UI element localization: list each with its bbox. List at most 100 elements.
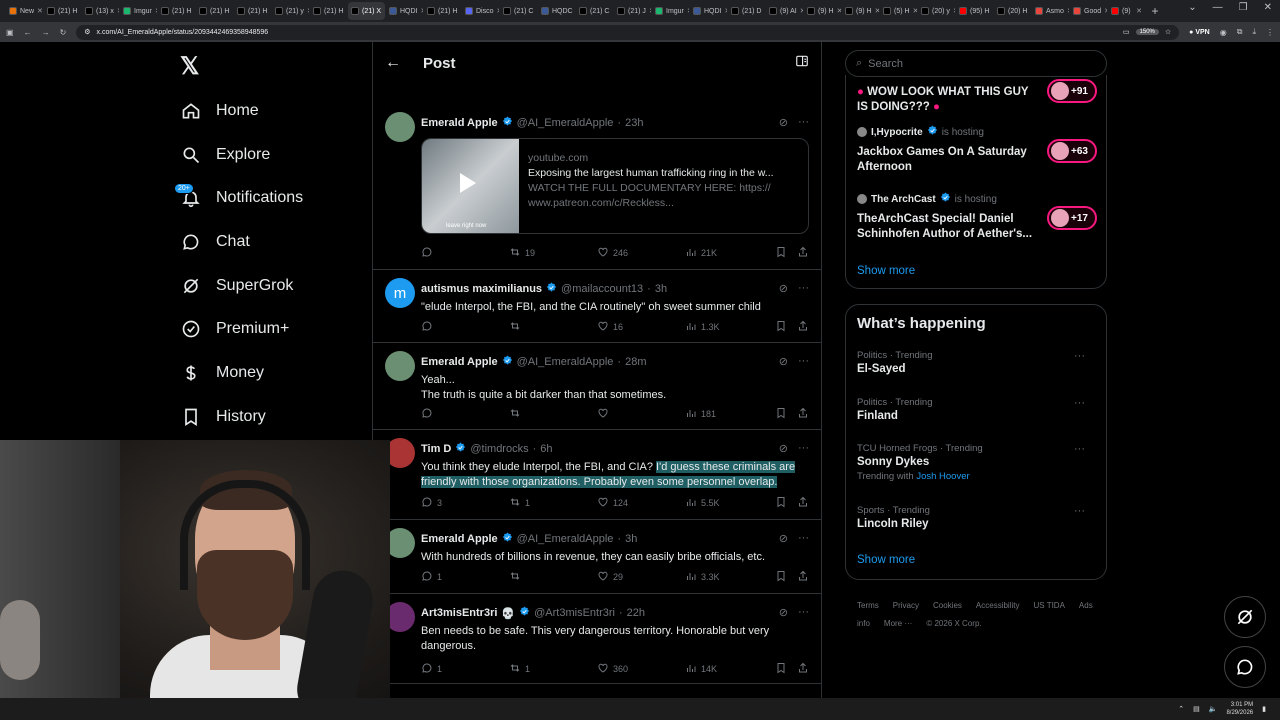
views-button[interactable]: 1.3K bbox=[685, 320, 720, 334]
tab-close-icon[interactable]: ✕ bbox=[194, 7, 195, 15]
author-handle[interactable]: @mailaccount13 bbox=[561, 283, 643, 295]
browser-tab[interactable]: (21) y✕ bbox=[272, 2, 309, 20]
author-handle[interactable]: @AI_EmeraldApple bbox=[517, 356, 614, 368]
retweet-button[interactable] bbox=[509, 320, 525, 334]
bookmark-button[interactable] bbox=[775, 662, 787, 676]
browser-tab[interactable]: (20) y✕ bbox=[918, 2, 955, 20]
more-options-icon[interactable]: ··· bbox=[798, 116, 809, 129]
tab-close-icon[interactable]: ✕ bbox=[117, 7, 119, 15]
tweet-time[interactable]: 6h bbox=[540, 443, 552, 455]
like-button[interactable]: 29 bbox=[597, 570, 623, 584]
install-icon[interactable]: ▭ bbox=[1123, 28, 1130, 36]
footer-link[interactable]: © 2026 X Corp. bbox=[926, 619, 981, 628]
author-name[interactable]: Emerald Apple bbox=[421, 356, 498, 368]
more-options-icon[interactable]: ··· bbox=[798, 282, 809, 295]
browser-tab[interactable]: (21) C✕ bbox=[500, 2, 537, 20]
grok-explain-icon[interactable]: ⊘ bbox=[779, 282, 788, 295]
reply-button[interactable] bbox=[421, 246, 437, 260]
tweet-time[interactable]: 3h bbox=[655, 283, 667, 295]
grok-explain-icon[interactable]: ⊘ bbox=[779, 355, 788, 368]
browser-tab[interactable]: HQDC ✕ bbox=[538, 2, 575, 20]
tab-close-icon[interactable]: ✕ bbox=[1067, 7, 1069, 15]
browser-tab[interactable]: Imgur✕ bbox=[120, 2, 157, 20]
show-more-link[interactable]: Show more bbox=[857, 265, 915, 277]
menu-icon[interactable]: ⋮ bbox=[1266, 28, 1274, 37]
listener-count-pill[interactable]: +17 bbox=[1047, 206, 1097, 230]
tray-chevron-icon[interactable]: ⌃ bbox=[1178, 705, 1184, 713]
author-name[interactable]: Art3misEntr3ri bbox=[421, 607, 497, 619]
avatar[interactable] bbox=[385, 351, 415, 381]
x-logo-icon[interactable]: 𝕏 bbox=[180, 52, 199, 81]
browser-tab[interactable]: (21) X✕ bbox=[348, 2, 385, 20]
tweet[interactable]: Art3misEntr3ri 💀 @Art3misEntr3ri · 22h ⊘ ··· Be… bbox=[373, 594, 821, 684]
tab-close-icon[interactable]: ✕ bbox=[307, 7, 309, 15]
author-name[interactable]: Emerald Apple bbox=[421, 533, 498, 545]
nav-item-history[interactable]: History bbox=[180, 402, 266, 432]
tab-close-icon[interactable]: ✕ bbox=[155, 7, 157, 15]
tab-close-icon[interactable]: ✕ bbox=[1136, 7, 1142, 15]
share-button[interactable] bbox=[797, 246, 809, 260]
footer-link[interactable]: More ··· bbox=[884, 619, 912, 628]
more-options-icon[interactable]: ··· bbox=[798, 355, 809, 368]
share-button[interactable] bbox=[797, 320, 809, 334]
listener-count-pill[interactable]: +91 bbox=[1047, 79, 1097, 103]
more-options-icon[interactable]: ··· bbox=[798, 606, 809, 619]
volume-icon[interactable]: 🔈 bbox=[1209, 705, 1218, 713]
browser-tab[interactable]: HQDI✕ bbox=[690, 2, 727, 20]
trend-item[interactable]: Politics · Trending El-Sayed ··· bbox=[857, 350, 1097, 375]
browser-tab[interactable]: (95) H✕ bbox=[956, 2, 993, 20]
trend-item[interactable]: Sports · Trending Lincoln Riley ··· bbox=[857, 505, 1097, 530]
back-arrow-icon[interactable]: ← bbox=[385, 54, 401, 72]
share-button[interactable] bbox=[797, 662, 809, 676]
tweet[interactable]: Tim D @timdrocks · 6h ⊘ ··· You think they elu… bbox=[373, 430, 821, 520]
views-button[interactable]: 181 bbox=[685, 407, 716, 421]
search-input[interactable]: ⌕ Search bbox=[845, 50, 1107, 77]
author-handle[interactable]: @timdrocks bbox=[470, 443, 528, 455]
retweet-button[interactable] bbox=[509, 570, 525, 584]
tab-close-icon[interactable]: ✕ bbox=[992, 7, 993, 15]
views-button[interactable]: 3.3K bbox=[685, 570, 720, 584]
tab-close-icon[interactable]: ✕ bbox=[953, 7, 955, 15]
tweet-time[interactable]: 3h bbox=[625, 533, 637, 545]
clock[interactable]: 3:01 PM 8/29/2026 bbox=[1226, 701, 1253, 717]
back-icon[interactable]: ← bbox=[24, 28, 32, 37]
browser-tab[interactable]: Imgur✕ bbox=[652, 2, 689, 20]
tweet[interactable]: Emerald Apple @AI_EmeraldApple · 23h ⊘ ··· lea… bbox=[373, 104, 821, 270]
nav-item-explore[interactable]: Explore bbox=[180, 140, 270, 170]
browser-tab[interactable]: (21) H✕ bbox=[158, 2, 195, 20]
messages-fab[interactable] bbox=[1224, 646, 1266, 688]
retweet-button[interactable] bbox=[509, 407, 525, 421]
tab-close-icon[interactable]: ✕ bbox=[1104, 7, 1107, 15]
browser-tab[interactable]: (13) x✕ bbox=[82, 2, 119, 20]
bookmark-button[interactable] bbox=[775, 570, 787, 584]
show-more-link[interactable]: Show more bbox=[857, 554, 915, 566]
star-icon[interactable]: ☆ bbox=[1165, 28, 1171, 36]
zoom-badge[interactable]: 150% bbox=[1135, 29, 1159, 35]
author-name[interactable]: Tim D bbox=[421, 443, 451, 455]
tab-close-icon[interactable]: ✕ bbox=[725, 7, 728, 15]
browser-tab[interactable]: (20) H✕ bbox=[994, 2, 1031, 20]
tab-close-icon[interactable]: ✕ bbox=[270, 7, 271, 15]
tab-close-icon[interactable]: ✕ bbox=[764, 7, 765, 15]
footer-link[interactable]: Accessibility bbox=[976, 601, 1020, 610]
tweet-time[interactable]: 22h bbox=[627, 607, 645, 619]
tab-close-icon[interactable]: ✕ bbox=[232, 7, 233, 15]
tab-search-icon[interactable]: ⌄ bbox=[1188, 2, 1196, 13]
share-button[interactable] bbox=[797, 496, 809, 510]
profile-icon[interactable]: ◉ bbox=[1220, 28, 1227, 37]
like-button[interactable]: 360 bbox=[597, 662, 628, 676]
download-icon[interactable]: ⤓ bbox=[1252, 27, 1256, 37]
browser-tab[interactable]: (21) H✕ bbox=[44, 2, 81, 20]
browser-tab[interactable]: (9) H ✕ bbox=[804, 2, 841, 20]
browser-tab[interactable]: (21) C✕ bbox=[576, 2, 613, 20]
trending-with-link[interactable]: Josh Hoover bbox=[916, 471, 969, 482]
forward-icon[interactable]: → bbox=[42, 28, 50, 37]
browser-tab[interactable]: (21) J✕ bbox=[614, 2, 651, 20]
tab-close-icon[interactable]: ✕ bbox=[913, 7, 917, 15]
tab-close-icon[interactable]: ✕ bbox=[37, 7, 43, 15]
grok-fab[interactable] bbox=[1224, 596, 1266, 638]
reply-button[interactable] bbox=[421, 407, 437, 421]
like-button[interactable]: 16 bbox=[597, 320, 623, 334]
nav-item-money[interactable]: Money bbox=[180, 358, 264, 388]
browser-tab[interactable]: (5) H ✕ bbox=[880, 2, 917, 20]
